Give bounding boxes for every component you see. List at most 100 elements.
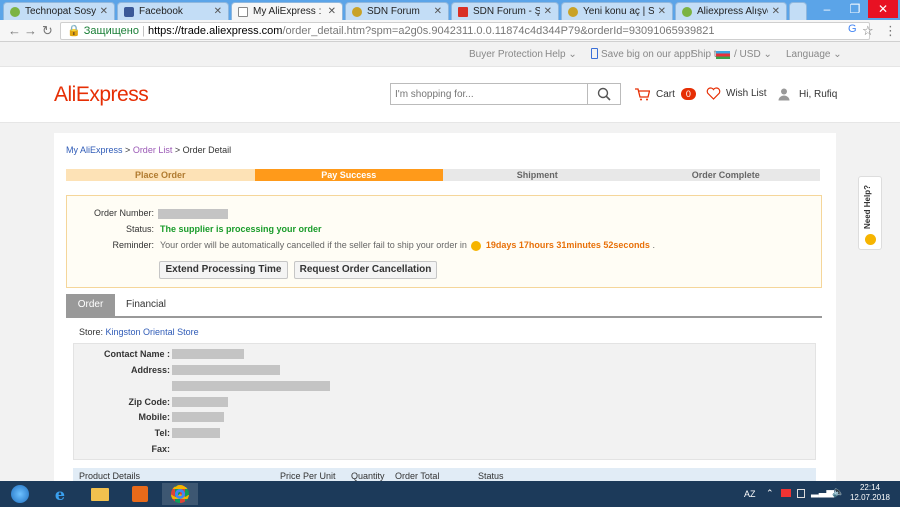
clock[interactable]: 22:14 12.07.2018 xyxy=(850,483,890,503)
browser-tab-active[interactable]: My AliExpress : Man ✕ xyxy=(231,2,343,20)
new-tab-button[interactable] xyxy=(789,2,807,20)
lock-icon: 🔒 xyxy=(67,25,81,37)
buyer-protection-link[interactable]: Buyer Protection xyxy=(469,49,543,60)
store-line: Store: Kingston Oriental Store xyxy=(79,327,199,337)
cart-link[interactable]: Cart 0 xyxy=(634,87,696,101)
tray-arrow-icon[interactable]: ⌃ xyxy=(766,488,774,499)
media-player-taskbar-button[interactable] xyxy=(122,483,158,505)
greeting-label: Hi, Rufiq xyxy=(799,88,838,100)
col-order-total: Order Total xyxy=(395,471,440,481)
close-icon[interactable]: ✕ xyxy=(100,6,108,17)
col-price-per-unit: Price Per Unit xyxy=(280,471,336,481)
browser-tab[interactable]: SDN Forum ✕ xyxy=(345,2,449,20)
tab-label: Technopat Sosyal xyxy=(25,6,96,17)
notification-icon[interactable] xyxy=(781,489,791,497)
status-label: Status: xyxy=(125,224,154,234)
taskbar: e AZ ⌃ ▂▃▅ 🔈 22:14 12.07.2018 xyxy=(0,481,900,507)
reload-icon[interactable]: ↻ xyxy=(42,23,53,39)
ie-taskbar-button[interactable]: e xyxy=(42,483,78,505)
store-link[interactable]: Kingston Oriental Store xyxy=(106,327,199,337)
clock-date: 12.07.2018 xyxy=(849,493,890,502)
tab-label: SDN Forum - Şifre s xyxy=(473,6,540,17)
currency-menu[interactable]: / USD ⌄ xyxy=(734,49,772,60)
reminder-label: Reminder: xyxy=(112,240,154,250)
redacted-order-number xyxy=(158,208,228,219)
explorer-taskbar-button[interactable] xyxy=(82,483,118,505)
breadcrumb-order-list[interactable]: Order List xyxy=(133,145,173,155)
redacted-address-line xyxy=(172,381,330,391)
search-button[interactable] xyxy=(587,84,620,104)
internet-explorer-icon: e xyxy=(54,484,66,504)
language-indicator[interactable]: AZ xyxy=(744,489,756,499)
close-icon[interactable]: ✕ xyxy=(434,6,442,17)
signal-icon[interactable]: ▂▃▅ xyxy=(811,487,834,498)
reminder-line: Your order will be automatically cancell… xyxy=(160,240,655,251)
close-icon[interactable]: ✕ xyxy=(328,6,336,17)
step-pay-success: Pay Success xyxy=(254,169,443,181)
url-path: /order_detail.htm?spm=a2g0s.9042311.0.0.… xyxy=(282,25,715,37)
tab-order[interactable]: Order xyxy=(66,294,115,316)
fax-label: Fax: xyxy=(151,444,170,454)
browser-tab[interactable]: Technopat Sosyal ✕ xyxy=(3,2,115,20)
help-icon xyxy=(865,234,876,245)
start-button[interactable] xyxy=(2,483,38,505)
request-cancellation-button[interactable]: Request Order Cancellation xyxy=(294,261,437,279)
top-strip: Buyer Protection Help ⌄ Save big on our … xyxy=(0,43,900,67)
facebook-icon xyxy=(124,6,134,17)
app-link[interactable]: Save big on our app! xyxy=(601,49,693,60)
help-menu[interactable]: Help ⌄ xyxy=(545,49,577,60)
minimize-icon[interactable]: – xyxy=(812,0,842,18)
search-input[interactable] xyxy=(391,84,587,104)
close-icon[interactable]: ✕ xyxy=(214,6,222,17)
page-icon xyxy=(238,6,248,17)
url-domain: https://trade.aliexpress.com xyxy=(147,25,283,37)
breadcrumb-my-aliexpress[interactable]: My AliExpress xyxy=(66,145,123,155)
url-input[interactable]: 🔒 Защищено | https://trade.aliexpress.co… xyxy=(60,22,870,40)
battery-icon[interactable] xyxy=(797,489,805,498)
back-icon[interactable]: ← xyxy=(8,23,21,38)
extend-processing-time-button[interactable]: Extend Processing Time xyxy=(159,261,288,279)
language-menu[interactable]: Language ⌄ xyxy=(786,49,842,60)
search-box xyxy=(390,83,621,105)
cart-count-badge: 0 xyxy=(680,88,696,100)
browser-tab[interactable]: Yeni konu aç | SDN F ✕ xyxy=(561,2,673,20)
browser-tab[interactable]: Facebook ✕ xyxy=(117,2,229,20)
secure-label: Защищено xyxy=(83,25,139,37)
maximize-icon[interactable]: ❐ xyxy=(840,0,870,18)
need-help-tab[interactable]: Need Help? xyxy=(858,176,882,250)
close-icon[interactable]: ✕ xyxy=(658,6,666,17)
chrome-taskbar-button[interactable] xyxy=(162,483,198,505)
wishlist-link[interactable]: Wish List xyxy=(706,87,767,100)
countdown-timer: 19days 17hours 31minutes 52seconds xyxy=(485,240,650,250)
breadcrumb-current: Order Detail xyxy=(182,145,232,155)
detail-tabs: Order Financial xyxy=(66,294,822,318)
windows-icon xyxy=(11,485,29,503)
browser-tab[interactable]: SDN Forum - Şifre s ✕ xyxy=(451,2,559,20)
breadcrumb-separator: > xyxy=(125,145,131,155)
close-icon[interactable]: ✕ xyxy=(544,6,552,17)
forward-icon[interactable]: → xyxy=(24,23,37,38)
order-status-box: Order Number: Status: The supplier is pr… xyxy=(66,195,822,288)
browser-tab[interactable]: Aliexpress Alışveriş F ✕ xyxy=(675,2,787,20)
favicon-icon xyxy=(352,6,362,17)
countdown-end: . xyxy=(652,240,655,250)
close-icon[interactable]: ✕ xyxy=(772,6,780,17)
aliexpress-logo[interactable]: AliExpress xyxy=(54,83,149,107)
order-number-label: Order Number: xyxy=(93,208,154,218)
phone-icon xyxy=(591,48,598,59)
menu-icon[interactable]: ⋮ xyxy=(884,23,897,39)
close-window-icon[interactable]: ✕ xyxy=(868,0,898,18)
tab-financial[interactable]: Financial xyxy=(115,294,177,316)
col-quantity: Quantity xyxy=(351,471,385,481)
shipping-address-box: Contact Name : Address: Zip Code: Mobile… xyxy=(73,343,816,460)
redacted-contact-name xyxy=(172,349,244,359)
account-menu[interactable]: Hi, Rufiq xyxy=(777,87,837,101)
favicon-icon xyxy=(682,6,692,17)
cart-label: Cart xyxy=(656,88,675,100)
status-value: The supplier is processing your order xyxy=(160,224,322,234)
google-icon[interactable]: G xyxy=(848,23,857,35)
volume-icon[interactable]: 🔈 xyxy=(832,487,844,498)
clock-time: 22:14 xyxy=(859,483,880,492)
star-icon[interactable]: ☆ xyxy=(862,23,874,39)
gmail-icon xyxy=(458,6,468,17)
